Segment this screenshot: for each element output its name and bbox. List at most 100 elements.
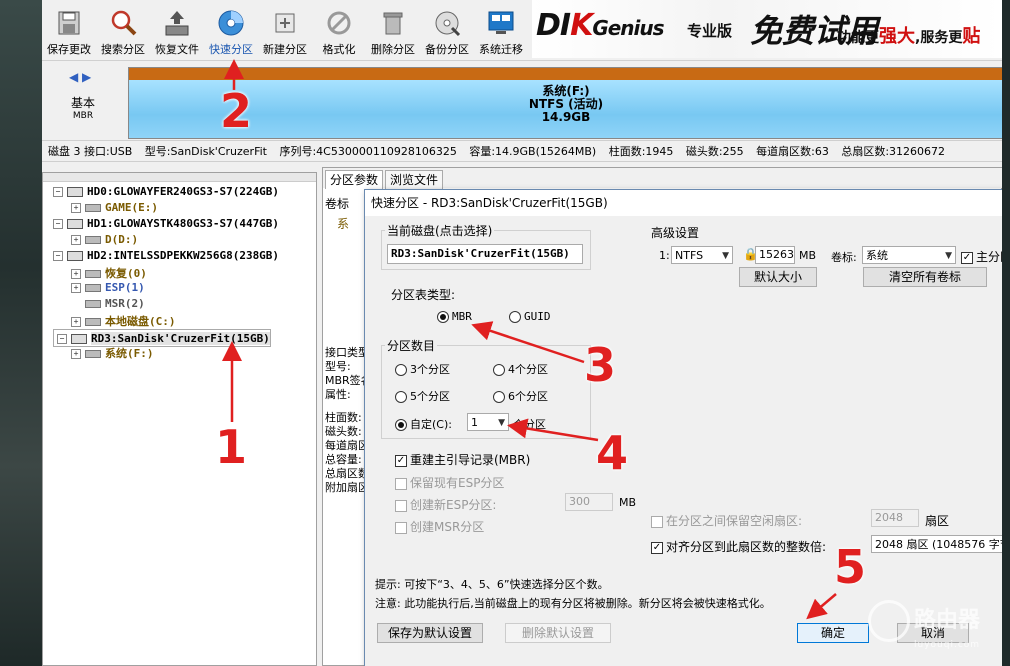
promo-banner[interactable]: DIKGenius 专业版 免费试用 功能更强大,服务更贴 — [532, 0, 1002, 58]
esp-size-unit: MB — [619, 496, 637, 509]
system-migrate-button[interactable]: 系统迁移 — [474, 6, 528, 58]
toolbar-label: 格式化 — [322, 43, 356, 56]
rebuild-mbr-checkbox[interactable]: ✓ 重建主引导记录(MBR) — [395, 451, 530, 468]
tab-browse-files[interactable]: 浏览文件 — [385, 170, 444, 189]
tree-partition[interactable]: + GAME(E:) — [71, 201, 158, 214]
partition-bar-header — [129, 68, 1002, 80]
delete-default-button[interactable]: 删除默认设置 — [505, 623, 611, 643]
tree-scrollbar[interactable] — [43, 173, 316, 182]
annotation-number: 1 — [215, 420, 248, 474]
banner-slogan: 功能更强大,服务更贴 — [837, 26, 981, 47]
annotation-number: 2 — [220, 84, 253, 138]
search-partition-button[interactable]: 搜索分区 — [96, 6, 150, 58]
chevron-down-icon: ▼ — [945, 251, 952, 261]
partition-bar[interactable]: 系统(F:) NTFS (活动) 14.9GB — [128, 67, 1002, 139]
tree-partition[interactable]: + ESP(1) — [71, 281, 145, 294]
filesystem-select[interactable]: NTFS ▼ — [671, 246, 733, 264]
param-label: 属性: — [325, 388, 351, 401]
partition-count-label: 分区数目 — [385, 337, 438, 354]
default-size-button[interactable]: 默认大小 — [739, 267, 817, 287]
delete-partition-button[interactable]: 删除分区 — [366, 6, 420, 58]
router-logo-icon — [868, 600, 910, 642]
diskgenius-logo: DIKGenius — [536, 8, 665, 43]
keep-free-sectors-checkbox[interactable]: 在分区之间保留空闲扇区: — [651, 512, 802, 529]
table-type-label: 分区表类型: — [389, 286, 458, 303]
volume-row[interactable]: 系 — [337, 215, 349, 232]
count-6-radio[interactable]: 6个分区 — [493, 388, 548, 404]
clear-labels-button[interactable]: 清空所有卷标 — [863, 267, 987, 287]
quick-partition-button[interactable]: 快速分区 — [204, 6, 258, 58]
esp-size-input[interactable]: 300 — [565, 493, 613, 511]
format-button[interactable]: 格式化 — [312, 6, 366, 58]
disk-map-area: ◀ ▶ 基本 MBR 系统(F:) NTFS (活动) 14.9GB — [42, 61, 1002, 139]
partition-icon — [85, 204, 101, 212]
basic-label: 基本 — [70, 96, 95, 110]
info-model: 型号:SanDisk'CruzerFit — [144, 145, 267, 158]
toolbar-label: 删除分区 — [371, 43, 415, 56]
info-capacity: 容量:14.9GB(15264MB) — [469, 145, 597, 158]
tree-disk-hd2[interactable]: − HD2:INTELSSDPEKKW256G8(238GB) — [53, 249, 279, 262]
disk-icon — [67, 251, 83, 261]
trash-icon — [383, 12, 403, 35]
background-photo-left — [0, 0, 42, 666]
toolbar-label: 系统迁移 — [479, 43, 523, 56]
tree-partition[interactable]: + 本地磁盘(C:) — [71, 313, 176, 329]
free-sectors-input[interactable]: 2048 — [871, 509, 919, 527]
magnifier-icon — [111, 10, 137, 36]
tree-partition[interactable]: + D(D:) — [71, 233, 138, 246]
volume-column-header: 卷标 — [325, 197, 350, 211]
toolbar-label: 保存更改 — [47, 43, 91, 56]
current-disk-select[interactable]: RD3:SanDisk'CruzerFit(15GB) — [387, 244, 583, 264]
watermark: 路由器 luyouqi.com — [868, 600, 980, 650]
count-5-radio[interactable]: 5个分区 — [395, 388, 450, 404]
custom-count-select[interactable]: 1 ▼ — [467, 413, 509, 431]
custom-count-suffix: 个分区 — [513, 418, 546, 431]
toolbar-label: 快速分区 — [209, 43, 253, 56]
partition-size: 14.9GB — [541, 110, 591, 124]
count-4-radio[interactable]: 4个分区 — [493, 361, 548, 377]
format-icon — [327, 11, 351, 35]
create-esp-checkbox[interactable]: 创建新ESP分区: — [395, 496, 496, 513]
tree-partition[interactable]: + 恢复(0) — [71, 265, 147, 281]
save-default-button[interactable]: 保存为默认设置 — [377, 623, 483, 643]
save-changes-button[interactable]: 保存更改 — [42, 6, 96, 58]
count-custom-radio[interactable]: 自定(C): — [395, 416, 452, 432]
count-3-radio[interactable]: 3个分区 — [395, 361, 450, 377]
tab-partition-params[interactable]: 分区参数 — [325, 170, 384, 189]
info-cylinders: 柱面数:1945 — [608, 145, 674, 158]
adv-row-index: 1: — [659, 249, 670, 262]
align-partition-checkbox[interactable]: ✓ 对齐分区到此扇区数的整数倍: — [651, 538, 826, 555]
current-disk-label: 当前磁盘(点击选择) — [385, 222, 495, 239]
tree-partition[interactable]: + 系统(F:) — [71, 345, 154, 361]
recover-files-button[interactable]: 恢复文件 — [150, 6, 204, 58]
tree-disk-hd0[interactable]: − HD0:GLOWAYFER240GS3-S7(224GB) — [53, 185, 279, 198]
radio-dot — [437, 311, 449, 323]
primary-partition-checkbox[interactable]: ✓主分区 — [961, 248, 1002, 265]
tree-disk-hd1[interactable]: − HD1:GLOWAYSTK480GS3-S7(447GB) — [53, 217, 279, 230]
disk-icon — [67, 187, 83, 197]
create-msr-checkbox[interactable]: 创建MSR分区 — [395, 518, 484, 535]
ok-button[interactable]: 确定 — [797, 623, 869, 643]
toolbar-label: 搜索分区 — [101, 43, 145, 56]
disk-icon — [71, 334, 87, 344]
info-serial: 序列号:4C530000110928106325 — [279, 145, 457, 158]
recover-tray-icon — [165, 11, 189, 36]
volume-label-select[interactable]: 系统 ▼ — [862, 246, 956, 264]
mbr-label: MBR — [72, 111, 94, 121]
save-disk-icon — [58, 11, 80, 35]
chevron-down-icon: ▼ — [722, 251, 729, 261]
disk-nav-arrows[interactable]: ◀ ▶ — [69, 70, 91, 84]
backup-partition-button[interactable]: 备份分区 — [420, 6, 474, 58]
partition-size-input[interactable]: 15263 — [755, 246, 795, 264]
toolbar-label: 恢复文件 — [155, 43, 199, 56]
alignment-select[interactable]: 2048 扇区 (1048576 字节)▼ — [871, 535, 1002, 553]
guid-radio[interactable]: GUID — [509, 310, 551, 323]
keep-esp-checkbox[interactable]: 保留现有ESP分区 — [395, 474, 504, 491]
new-partition-button[interactable]: 新建分区 — [258, 6, 312, 58]
param-label: 附加扇区 — [325, 481, 369, 494]
disk-type-label: 基本 MBR — [60, 97, 106, 123]
tree-partition[interactable]: +MSR(2) — [71, 297, 145, 310]
dialog-title: 快速分区 - RD3:SanDisk'CruzerFit(15GB) — [365, 190, 1002, 216]
disk-info-line: 磁盘 3 接口:USB 型号:SanDisk'CruzerFit 序列号:4C5… — [42, 140, 1002, 162]
mbr-radio[interactable]: MBR — [437, 310, 472, 323]
